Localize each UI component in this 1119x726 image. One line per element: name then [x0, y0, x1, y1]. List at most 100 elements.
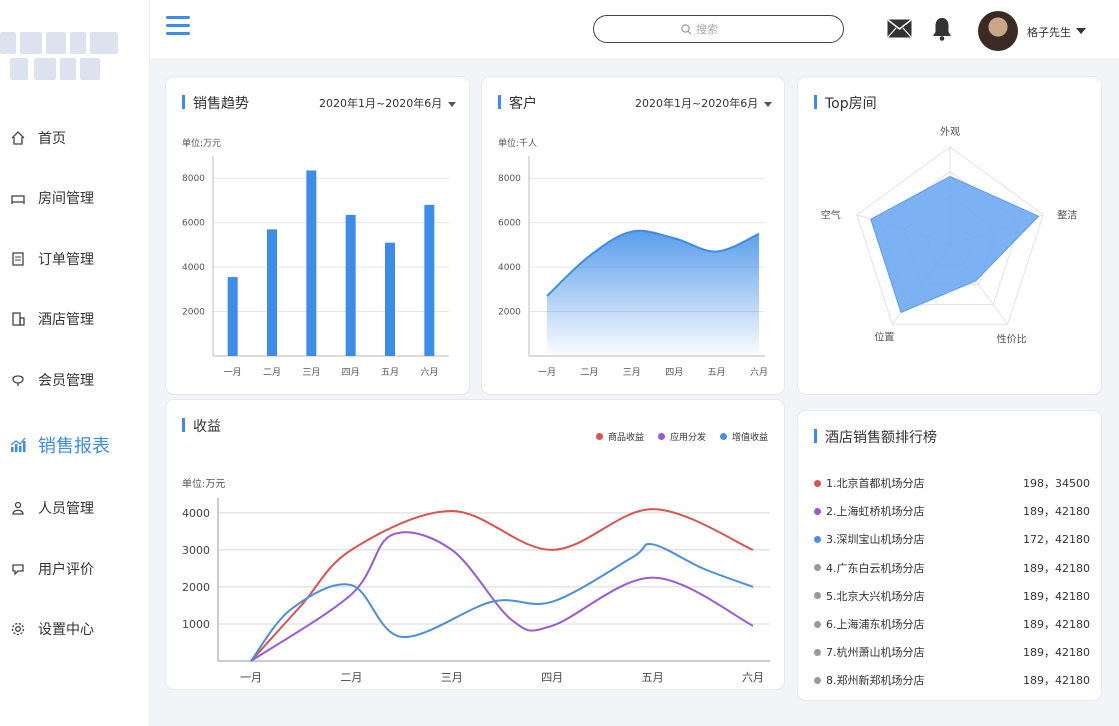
- sidebar-item-label: 用户评价: [38, 562, 94, 578]
- y-tick-label: 3000: [182, 544, 210, 557]
- x-tick-label: 三月: [441, 671, 463, 684]
- sidebar-item-label: 首页: [38, 131, 66, 147]
- y-tick-label: 8000: [498, 174, 521, 184]
- radar-indicator-label: 位置: [874, 330, 894, 343]
- radar-area: [870, 175, 1040, 314]
- search-bar[interactable]: [593, 15, 844, 43]
- sidebar-item-6[interactable]: 人员管理: [0, 488, 150, 528]
- series-line: [250, 531, 754, 662]
- rank-dot: [814, 479, 821, 487]
- x-tick-label: 三月: [623, 367, 641, 378]
- sidebar-item-0[interactable]: 首页: [0, 118, 150, 158]
- rank-value: 198，34500: [1023, 477, 1090, 491]
- sidebar: 首页房间管理订单管理酒店管理会员管理销售报表人员管理用户评价设置中心: [0, 0, 150, 726]
- rank-name: 2.上海虹桥机场分店: [826, 505, 925, 519]
- x-tick-label: 一月: [224, 367, 242, 378]
- rank-value: 189，42180: [1023, 505, 1090, 519]
- sidebar-item-3[interactable]: 酒店管理: [0, 299, 150, 339]
- order-icon: [10, 251, 26, 267]
- y-tick-label: 4000: [498, 263, 521, 273]
- search-input[interactable]: [696, 22, 756, 36]
- x-tick-label: 四月: [665, 367, 683, 378]
- x-tick-label: 二月: [263, 367, 281, 378]
- x-tick-label: 三月: [302, 367, 320, 378]
- mail-icon[interactable]: [887, 19, 912, 38]
- x-tick-label: 四月: [541, 671, 563, 684]
- x-tick-label: 六月: [420, 366, 438, 378]
- list-item[interactable]: 3.深圳宝山机场分店 172，42180: [814, 525, 1090, 553]
- list-item[interactable]: 5.北京大兴机场分店 189，42180: [814, 582, 1090, 610]
- user-dropdown-icon[interactable]: [1076, 28, 1086, 34]
- sidebar-item-label: 酒店管理: [38, 312, 94, 328]
- sidebar-item-label: 人员管理: [38, 501, 94, 517]
- gear-icon: [10, 621, 26, 637]
- x-tick-label: 一月: [538, 367, 556, 378]
- list-item[interactable]: 4.广东白云机场分店 189，42180: [814, 554, 1090, 582]
- x-tick-label: 二月: [580, 367, 598, 378]
- radar-indicator-label: 性价比: [997, 332, 1027, 345]
- customer-card: 客户 2020年1月~2020年6月 单位:千人 2000 4000 6000 800…: [482, 77, 784, 394]
- sidebar-item-label: 订单管理: [38, 252, 94, 268]
- bar: [227, 277, 238, 356]
- sidebar-item-label: 房间管理: [38, 191, 94, 207]
- radar-indicator-label: 空气: [821, 209, 841, 222]
- x-tick-label: 五月: [381, 367, 399, 378]
- building-icon: [10, 311, 26, 327]
- y-tick-label: 2000: [182, 308, 205, 318]
- ranking-title: 酒店销售额排行榜: [814, 427, 937, 447]
- x-tick-label: 五月: [708, 367, 726, 378]
- rank-name: 1.北京首都机场分店: [826, 477, 925, 491]
- rank-name: 3.深圳宝山机场分店: [826, 533, 925, 547]
- y-tick-label: 4000: [182, 263, 205, 273]
- bar: [345, 214, 356, 356]
- rank-dot: [814, 676, 821, 684]
- radar-indicator-label: 整洁: [1057, 209, 1077, 222]
- review-icon: [10, 561, 26, 577]
- chart-icon: [10, 437, 26, 453]
- y-tick-label: 6000: [498, 219, 521, 229]
- sidebar-item-8[interactable]: 设置中心: [0, 609, 150, 649]
- logo: [0, 26, 120, 84]
- list-item[interactable]: 8.郑州新郑机场分店 189，42180: [814, 666, 1090, 694]
- revenue-line-chart: 1000 2000 3000 4000 一月 二月 三月 四月 五月 六月: [182, 498, 770, 684]
- rank-dot: [814, 648, 821, 656]
- rank-value: 189，42180: [1023, 589, 1090, 603]
- list-item[interactable]: 7.杭州萧山机场分店 189，42180: [814, 638, 1090, 666]
- list-item[interactable]: 6.上海浦东机场分店 189，42180: [814, 610, 1090, 638]
- y-tick-label: 2000: [182, 581, 210, 594]
- list-item[interactable]: 1.北京首都机场分店 198，34500: [814, 469, 1090, 497]
- x-tick-label: 二月: [340, 671, 362, 684]
- rank-dot: [814, 535, 821, 543]
- sidebar-item-label: 设置中心: [38, 622, 94, 638]
- rank-value: 172，42180: [1023, 533, 1090, 547]
- ranking-card: 酒店销售额排行榜 1.北京首都机场分店 198，34500 2.上海虹桥机场分店 18…: [798, 411, 1101, 700]
- avatar[interactable]: [978, 11, 1018, 51]
- list-item[interactable]: 2.上海虹桥机场分店 189，42180: [814, 497, 1090, 525]
- rank-value: 189，42180: [1023, 674, 1090, 688]
- y-tick-label: 8000: [182, 174, 205, 184]
- rank-value: 189，42180: [1023, 618, 1090, 632]
- rank-name: 8.郑州新郑机场分店: [826, 674, 925, 688]
- y-tick-label: 4000: [182, 507, 210, 520]
- sidebar-item-5[interactable]: 销售报表: [0, 425, 150, 465]
- sidebar-item-label: 会员管理: [38, 373, 94, 389]
- bell-icon[interactable]: [932, 17, 952, 41]
- user-name[interactable]: 格子先生: [1027, 24, 1071, 40]
- radar-indicator-label: 外观: [940, 126, 960, 138]
- rank-name: 7.杭州萧山机场分店: [826, 646, 925, 660]
- sidebar-item-label: 销售报表: [38, 436, 110, 457]
- sidebar-item-2[interactable]: 订单管理: [0, 239, 150, 279]
- rank-dot: [814, 564, 821, 572]
- menu-toggle-icon[interactable]: [166, 16, 190, 38]
- member-icon: [10, 372, 26, 388]
- sidebar-item-7[interactable]: 用户评价: [0, 549, 150, 589]
- top-rooms-card: Top房间 外观 整洁 性价比 位置 空气: [798, 77, 1101, 394]
- rank-dot: [814, 592, 821, 600]
- bar: [267, 229, 277, 356]
- x-tick-label: 五月: [642, 671, 664, 684]
- sales-trend-card: 销售趋势 2020年1月~2020年6月 单位:万元 2000 4000 6000 8…: [166, 77, 469, 394]
- y-tick-label: 2000: [498, 308, 521, 318]
- sidebar-item-1[interactable]: 房间管理: [0, 178, 150, 218]
- sidebar-item-4[interactable]: 会员管理: [0, 360, 150, 400]
- series-line: [250, 542, 754, 662]
